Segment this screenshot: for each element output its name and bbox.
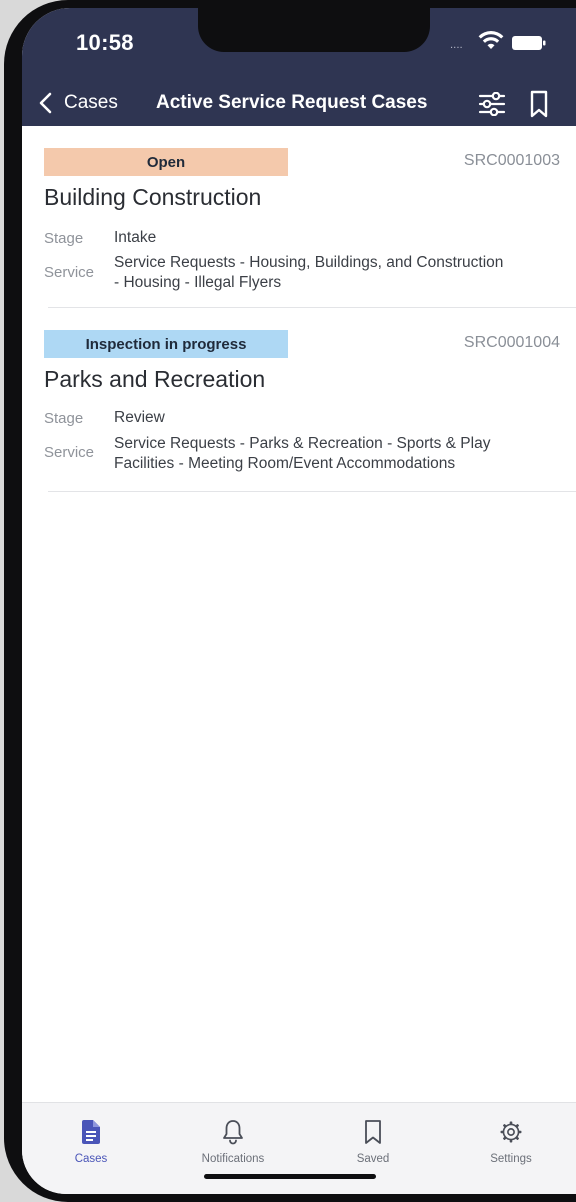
case-title: Parks and Recreation (44, 366, 266, 392)
tab-saved[interactable]: Saved (318, 1119, 428, 1165)
case-id: SRC0001004 (463, 334, 560, 351)
service-label: Service (44, 264, 95, 281)
tab-settings[interactable]: Settings (456, 1119, 566, 1165)
chevron-left-icon (39, 92, 52, 114)
wifi-icon (478, 31, 504, 49)
case-card[interactable]: Inspection in progress SRC0001004 Parks … (22, 308, 576, 492)
device-notch (198, 8, 430, 52)
gear-icon (500, 1121, 522, 1143)
tab-label: Cases (74, 1153, 108, 1165)
signal-dots: .... (450, 40, 463, 51)
device-frame: 10:58 .... Cases Active Service Request … (0, 0, 576, 1202)
tab-notifications[interactable]: Notifications (178, 1119, 288, 1165)
status-time: 10:58 (76, 30, 134, 55)
app-screen: 10:58 .... Cases Active Service Request … (22, 8, 576, 1194)
case-id: SRC0001003 (463, 152, 560, 169)
tab-cases[interactable]: Cases (36, 1119, 146, 1165)
case-list: Open SRC0001003 Building Construction St… (22, 126, 576, 492)
home-indicator[interactable] (204, 1174, 376, 1179)
tab-bar: Cases Notifications Saved Settings (22, 1102, 576, 1194)
stage-value: Intake (114, 229, 157, 246)
back-button-label: Cases (64, 92, 118, 113)
service-value-line-2: Facilities - Meeting Room/Event Accommod… (114, 455, 456, 472)
case-title: Building Construction (44, 184, 262, 210)
service-value-line-1: Service Requests - Housing, Buildings, a… (114, 254, 504, 271)
page-title: Active Service Request Cases (156, 92, 428, 113)
stage-label: Stage (44, 230, 84, 247)
service-value-line-1: Service Requests - Parks & Recreation - … (114, 435, 491, 452)
service-label: Service (44, 444, 95, 461)
tab-label: Notifications (201, 1153, 265, 1165)
status-badge: Inspection in progress (44, 330, 288, 358)
bookmark-icon[interactable] (528, 90, 550, 118)
stage-label: Stage (44, 410, 84, 427)
bell-icon (223, 1120, 243, 1145)
filter-sliders-icon[interactable] (478, 92, 506, 116)
divider (48, 491, 576, 492)
tab-label: Settings (490, 1153, 532, 1165)
stage-value: Review (114, 409, 165, 426)
bookmark-icon (365, 1120, 381, 1144)
back-button[interactable]: Cases (38, 88, 118, 118)
document-icon (82, 1120, 100, 1144)
app-header: 10:58 .... Cases Active Service Request … (22, 8, 576, 126)
tab-label: Saved (356, 1153, 390, 1165)
battery-icon (512, 36, 546, 50)
case-card[interactable]: Open SRC0001003 Building Construction St… (22, 126, 576, 308)
status-badge: Open (44, 148, 288, 176)
service-value-line-2: - Housing - Illegal Flyers (114, 274, 282, 291)
